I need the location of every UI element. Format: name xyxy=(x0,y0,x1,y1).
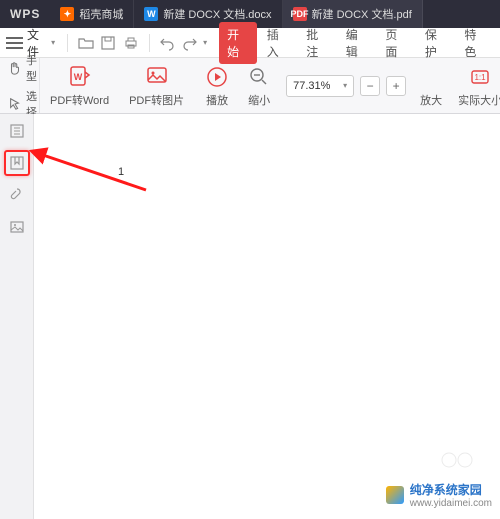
pdf-to-image-button[interactable]: PDF转图片 xyxy=(119,58,194,113)
watermark: 纯净系统家园 www.yidaimei.com xyxy=(386,481,492,509)
tab-label: 稻壳商城 xyxy=(79,6,123,22)
word-icon: W xyxy=(144,7,158,21)
pdf-to-word-button[interactable]: W PDF转Word xyxy=(40,58,119,113)
app-logo: WPS xyxy=(0,0,50,28)
open-icon[interactable] xyxy=(76,33,95,53)
zoom-out-button[interactable]: 缩小 xyxy=(240,58,278,113)
undo-icon[interactable] xyxy=(158,33,177,53)
pdf-word-label: PDF转Word xyxy=(50,92,109,108)
watermark-cn: 纯净系统家园 xyxy=(410,481,492,498)
watermark-url: www.yidaimei.com xyxy=(410,498,492,509)
actual-size-button[interactable]: 1:1 实际大小 xyxy=(448,58,500,113)
pdf-icon: PDF xyxy=(293,7,307,21)
actual-size-icon: 1:1 xyxy=(467,64,493,90)
chevron-down-icon[interactable]: ▾ xyxy=(203,38,207,47)
zoom-plus-button[interactable]: + xyxy=(386,76,406,96)
zoom-out-icon xyxy=(246,64,272,90)
chevron-down-icon: ▾ xyxy=(343,81,347,90)
zoom-out-label: 缩小 xyxy=(248,92,270,108)
separator xyxy=(149,34,150,52)
toolbar-mode-group: 手型 选择 xyxy=(0,58,40,113)
hand-mode[interactable]: 手型 xyxy=(8,52,39,84)
rail-outline-icon[interactable] xyxy=(4,118,30,144)
menu-row: 文件 ▾ ▾ 开始 插入 批注 编辑 页面 保护 特色 xyxy=(0,28,500,58)
print-icon[interactable] xyxy=(122,33,141,53)
chevron-down-icon: ▾ xyxy=(51,38,55,47)
toolbar: 手型 选择 W PDF转Word PDF转图片 播放 缩小 xyxy=(0,58,500,114)
hand-label: 手型 xyxy=(26,52,39,84)
tab-label: 新建 DOCX 文档.docx xyxy=(163,6,271,22)
tab-label: 新建 DOCX 文档.pdf xyxy=(312,6,412,22)
cursor-icon xyxy=(8,96,22,112)
svg-text:1:1: 1:1 xyxy=(475,73,487,82)
save-icon[interactable] xyxy=(99,33,118,53)
ghost-icons xyxy=(440,451,480,469)
play-icon xyxy=(204,64,230,90)
titlebar-tab-store[interactable]: ✦ 稻壳商城 xyxy=(50,0,134,28)
actual-size-label: 实际大小 xyxy=(458,92,500,108)
pdf-image-label: PDF转图片 xyxy=(129,92,184,108)
zoom-value: 77.31% xyxy=(293,80,330,92)
watermark-logo-icon xyxy=(386,486,404,504)
left-rail xyxy=(0,114,34,519)
pdf-word-icon: W xyxy=(67,64,93,90)
play-button[interactable]: 播放 xyxy=(194,58,240,113)
svg-text:W: W xyxy=(73,72,82,82)
hand-icon xyxy=(8,60,22,76)
zoom-in-label: 放大 xyxy=(420,92,442,108)
pdf-image-icon xyxy=(144,64,170,90)
document-area[interactable]: 1 xyxy=(34,114,500,519)
hamburger-icon[interactable] xyxy=(6,34,23,52)
app-logo-text: WPS xyxy=(10,7,40,21)
redo-icon[interactable] xyxy=(180,33,199,53)
page-number: 1 xyxy=(118,166,124,178)
separator xyxy=(67,34,68,52)
rail-bookmark-icon[interactable] xyxy=(4,150,30,176)
zoom-minus-button[interactable]: − xyxy=(360,76,380,96)
zoom-in-button[interactable]: 放大 xyxy=(414,58,448,113)
rail-attachment-icon[interactable] xyxy=(4,182,30,208)
rail-image-icon[interactable] xyxy=(4,214,30,240)
play-label: 播放 xyxy=(206,92,228,108)
fire-icon: ✦ xyxy=(60,7,74,21)
page: 1 xyxy=(48,124,492,479)
zoom-dropdown[interactable]: 77.31% ▾ xyxy=(286,75,354,97)
zoom-field-group: 77.31% ▾ − + xyxy=(278,58,414,113)
